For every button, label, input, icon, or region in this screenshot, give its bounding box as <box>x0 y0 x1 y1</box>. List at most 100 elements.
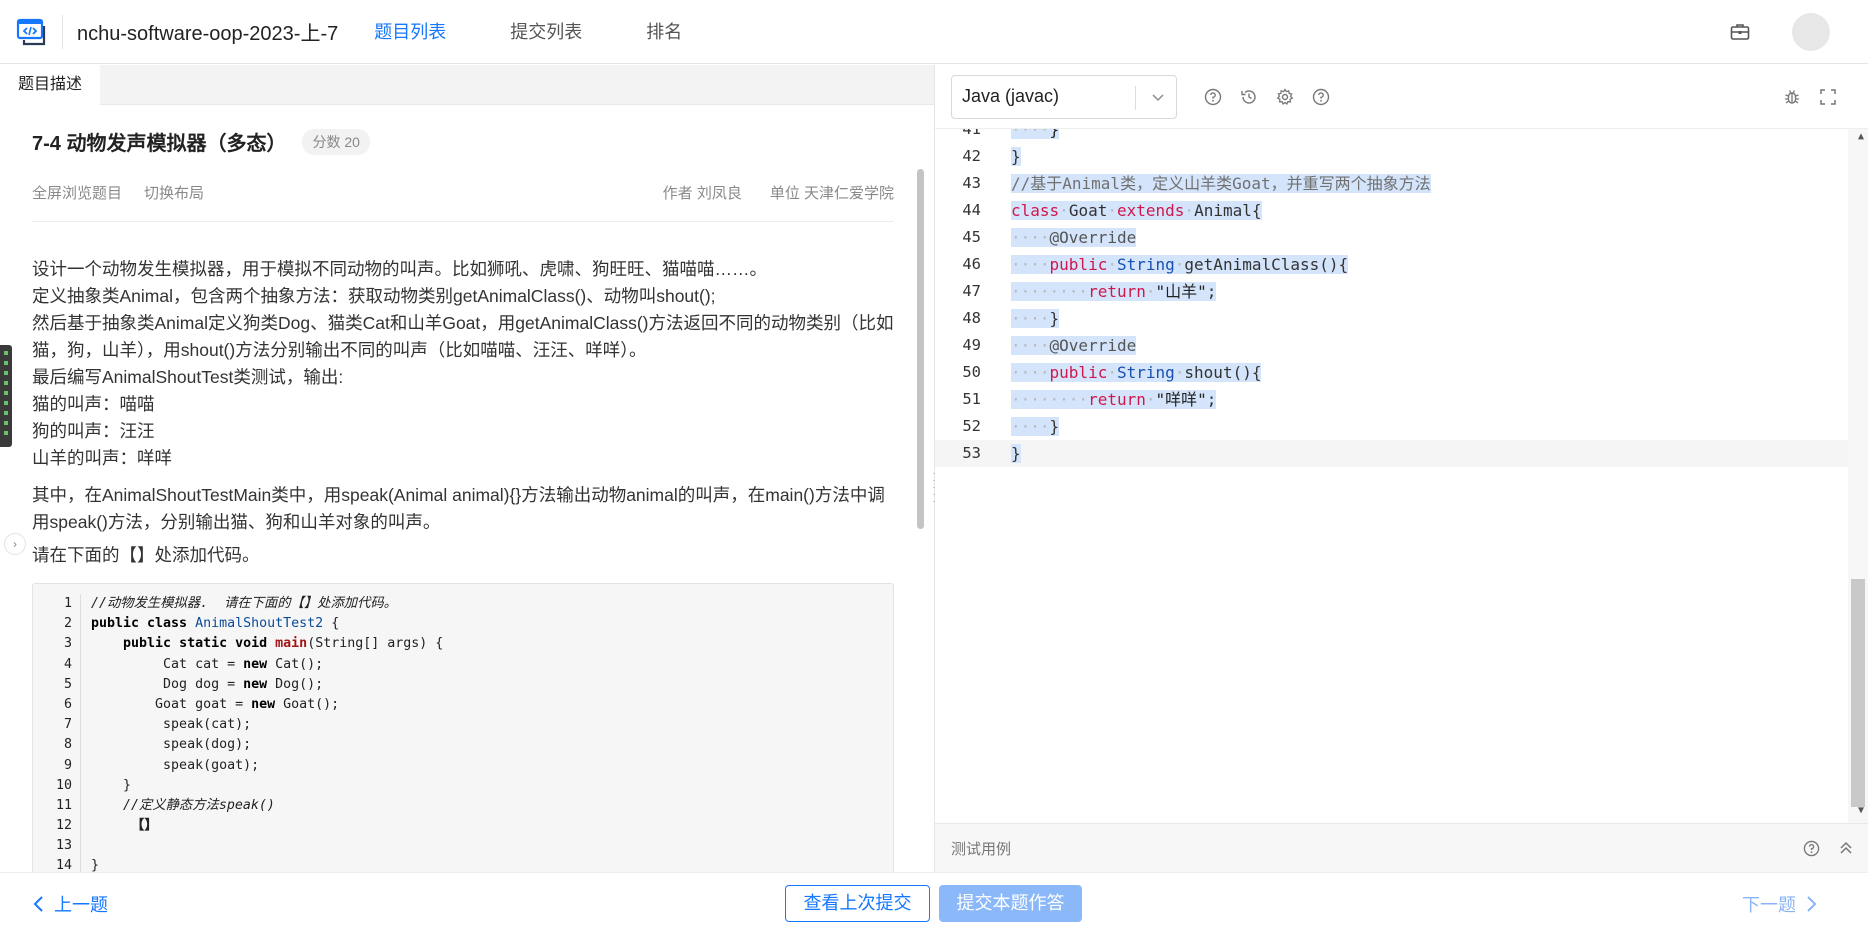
line-number: 53 <box>962 444 981 462</box>
line-number: 1 <box>33 594 81 615</box>
nav-ranking[interactable]: 排名 <box>646 0 682 64</box>
editor-line: 51 ········return·"咩咩"; <box>935 386 1848 413</box>
sample-code-block: 1 //动物发生模拟器. 请在下面的【】处添加代码。 2 public class … <box>32 583 894 872</box>
nav-problem-list[interactable]: 题目列表 <box>374 0 446 64</box>
bottom-action-bar: 上一题 查看上次提交 提交本题作答 下一题 <box>0 872 1868 931</box>
code-line: 3 public static void main(String[] args)… <box>33 634 893 655</box>
language-select-value: Java (javac) <box>962 86 1060 106</box>
double-chevron-up-icon[interactable] <box>1838 840 1854 857</box>
code-text: } <box>91 777 132 793</box>
editor-scroll-thumb[interactable] <box>1851 579 1865 807</box>
scroll-down-icon[interactable]: ▼ <box>1858 805 1864 816</box>
code-text: speak(goat); <box>91 757 260 773</box>
code-text: ····} <box>1011 417 1060 436</box>
editor-toolbar: Java (javac) <box>935 65 1868 129</box>
code-comment: //基于Animal类，定义山羊类Goat，并重写两个抽象方法 <box>1011 174 1431 193</box>
code-text: ····} <box>1011 129 1060 143</box>
line-number: 13 <box>33 836 81 857</box>
logo[interactable] <box>0 0 62 64</box>
briefcase-icon[interactable] <box>1730 23 1750 41</box>
tab-problem-description[interactable]: 题目描述 <box>0 65 101 105</box>
problem-content: 7-4 动物发声模拟器（多态） 分数 20 全屏浏览题目 切换布局 作者 刘凤良… <box>32 105 894 872</box>
code-text: 【】 <box>91 818 158 834</box>
editor-line: 48 ····} <box>935 305 1848 332</box>
score-badge: 分数 20 <box>302 128 370 155</box>
line-number: 45 <box>962 228 981 246</box>
main-nav: 题目列表 提交列表 排名 <box>374 0 746 64</box>
chevron-right-icon[interactable]: › <box>4 533 26 555</box>
fullscreen-link[interactable]: 全屏浏览题目 <box>32 182 122 203</box>
code-line: 11 //定义静态方法speak() <box>33 795 893 817</box>
line-number: 10 <box>33 775 81 796</box>
side-meter-handle[interactable] <box>0 345 12 447</box>
problem-title-row: 7-4 动物发声模拟器（多态） 分数 20 <box>32 127 894 156</box>
gear-icon[interactable] <box>1267 79 1303 115</box>
description-paragraph: 最后编写AnimalShoutTest类测试，输出: <box>32 367 344 387</box>
problem-title: 7-4 动物发声模拟器（多态） <box>32 133 287 155</box>
contest-title[interactable]: nchu-software-oop-2023-上-7 <box>77 17 338 46</box>
code-line: 7 speak(cat); <box>33 715 893 736</box>
editor-line: 49 ····@Override <box>935 332 1848 359</box>
line-number: 50 <box>962 363 981 381</box>
question-circle-icon[interactable] <box>1803 840 1820 857</box>
next-problem-button[interactable]: 下一题 <box>1742 891 1818 917</box>
next-problem-label: 下一题 <box>1742 895 1796 915</box>
language-select[interactable]: Java (javac) <box>951 74 1177 119</box>
switch-layout-link[interactable]: 切换布局 <box>144 182 204 203</box>
code-line: 5 Dog dog = new Dog(); <box>33 674 893 695</box>
line-number: 4 <box>33 654 81 675</box>
line-number: 46 <box>962 255 981 273</box>
line-number: 9 <box>33 755 81 776</box>
line-number: 5 <box>33 674 81 695</box>
history-icon[interactable] <box>1231 79 1267 115</box>
code-text: Cat cat = new Cat(); <box>91 656 324 672</box>
bug-icon[interactable] <box>1774 79 1810 115</box>
help-circle-icon[interactable] <box>1195 79 1231 115</box>
code-text: ····public·String·shout(){ <box>1011 363 1262 382</box>
description-paragraph: 设计一个动物发生模拟器，用于模拟不同动物的叫声。比如狮吼、虎啸、狗旺旺、猫喵喵…… <box>32 259 767 279</box>
testcase-icons <box>1785 840 1854 857</box>
description-paragraph: 狗的叫声：汪汪 <box>32 421 155 441</box>
code-line: 14} <box>33 856 893 872</box>
question-circle-icon[interactable] <box>1303 79 1339 115</box>
code-text: speak(dog); <box>91 737 252 753</box>
description-paragraph: 猫的叫声：喵喵 <box>32 394 155 414</box>
editor-scrollbar[interactable]: ▲ ▼ <box>1848 129 1868 823</box>
editor-line: 46 ····public·String·getAnimalClass(){ <box>935 251 1848 278</box>
code-text: } <box>91 858 100 872</box>
code-text: //定义静态方法speak() <box>91 797 275 813</box>
select-divider <box>1135 85 1136 110</box>
problem-description: 设计一个动物发生模拟器，用于模拟不同动物的叫声。比如狮吼、虎啸、狗旺旺、猫喵喵…… <box>32 256 894 569</box>
scroll-up-icon[interactable]: ▲ <box>1858 131 1864 142</box>
line-number: 51 <box>962 390 981 408</box>
code-editor[interactable]: 41 ····} 42 } 43 //基于Animal类，定义山羊类Goat，并… <box>935 129 1868 823</box>
nav-submission-list[interactable]: 提交列表 <box>510 0 582 64</box>
prev-problem-button[interactable]: 上一题 <box>32 891 108 917</box>
testcase-bar[interactable]: 测试用例 <box>935 823 1868 872</box>
submit-answer-button[interactable]: 提交本题作答 <box>939 885 1082 922</box>
chevron-left-icon <box>33 896 43 912</box>
line-number: 8 <box>33 735 81 756</box>
problem-scroll-area[interactable]: 7-4 动物发声模拟器（多态） 分数 20 全屏浏览题目 切换布局 作者 刘凤良… <box>0 105 934 872</box>
unit-info: 单位 天津仁爱学院 <box>769 185 894 202</box>
editor-line: 52 ····} <box>935 413 1848 440</box>
avatar[interactable] <box>1792 13 1830 51</box>
header-right <box>1730 0 1868 64</box>
line-number: 44 <box>962 201 981 219</box>
view-last-submission-button[interactable]: 查看上次提交 <box>785 885 930 922</box>
code-text: } <box>1011 444 1021 463</box>
line-number: 11 <box>33 795 81 817</box>
code-line: 1 //动物发生模拟器. 请在下面的【】处添加代码。 <box>33 594 893 615</box>
fullscreen-icon[interactable] <box>1810 79 1846 115</box>
line-number: 47 <box>962 282 981 300</box>
line-number: 49 <box>962 336 981 354</box>
line-number: 48 <box>962 309 981 327</box>
editor-tool-icons-right <box>1774 79 1846 115</box>
editor-line: 44 class·Goat·extends·Animal{ <box>935 197 1848 224</box>
testcase-label: 测试用例 <box>951 840 1012 858</box>
code-line: 9 speak(goat); <box>33 755 893 776</box>
line-number: 7 <box>33 715 81 736</box>
problem-scrollbar[interactable] <box>917 169 924 529</box>
editor-tool-icons <box>1195 79 1339 115</box>
editor-line: 42 } <box>935 143 1848 170</box>
